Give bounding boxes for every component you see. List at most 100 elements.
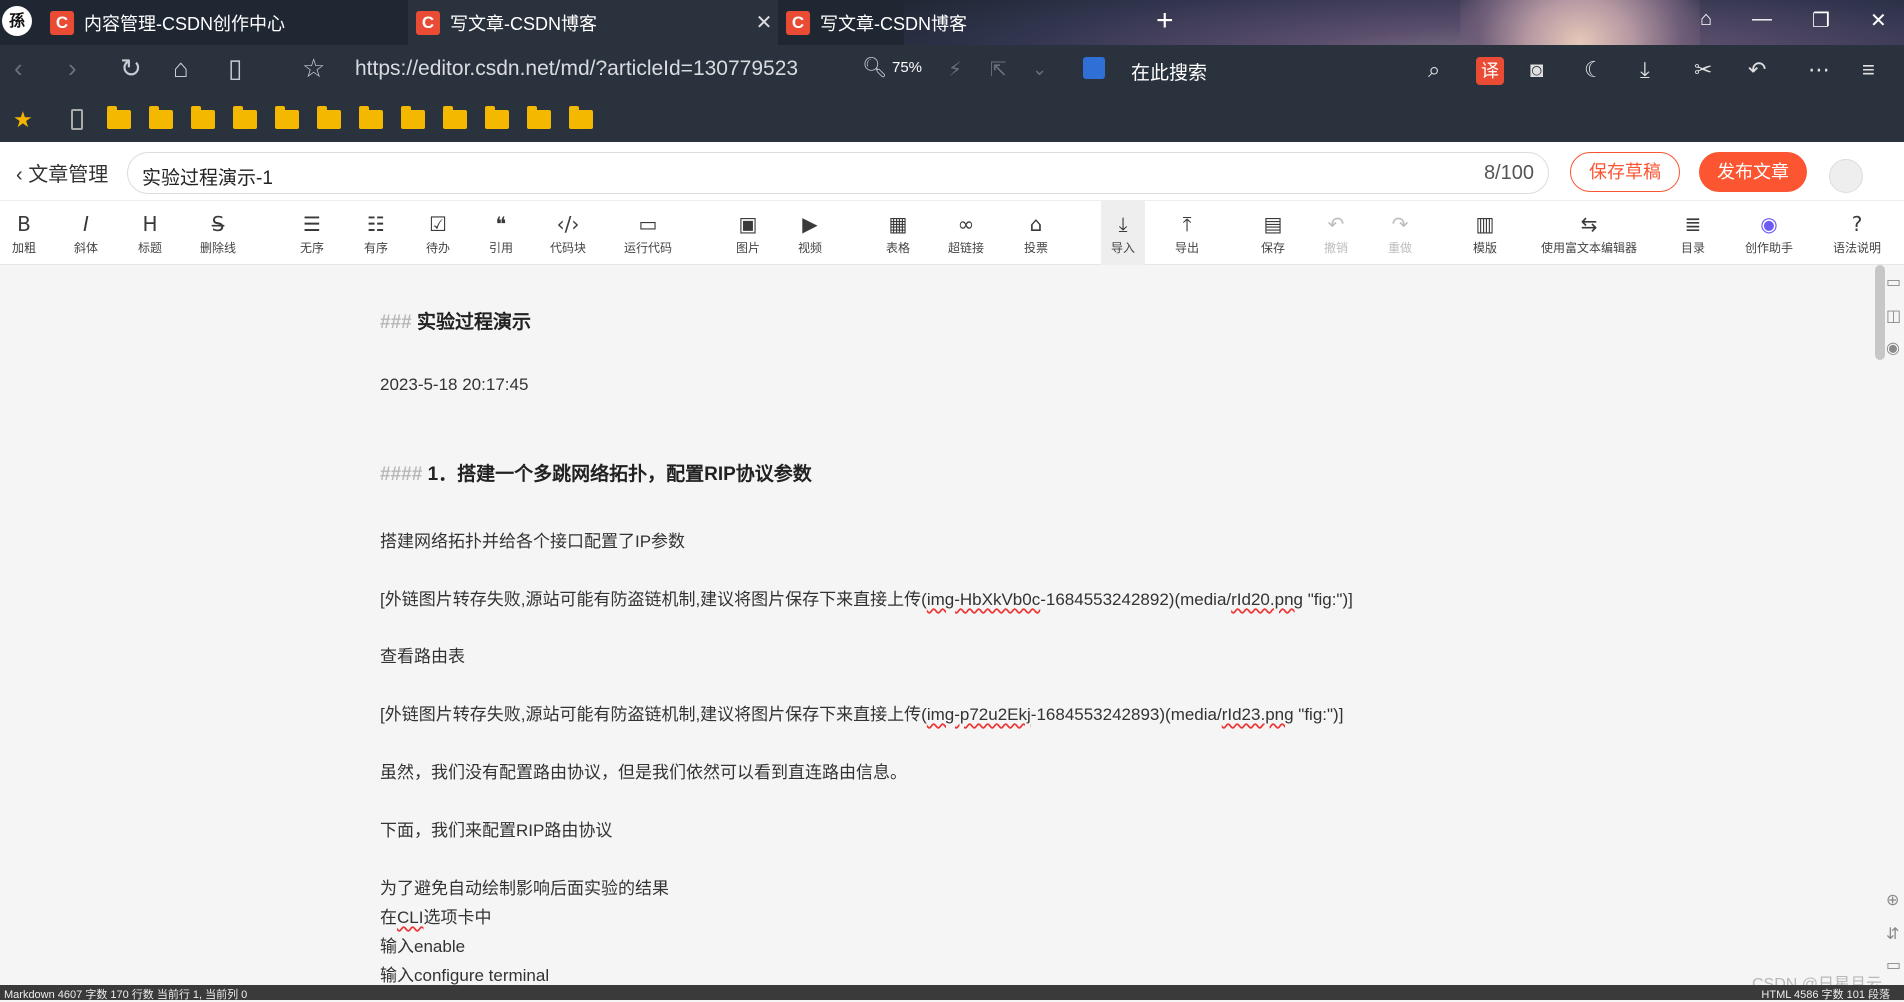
table-tool-button[interactable]: ▦ 表格 xyxy=(878,201,918,265)
tool-label: 有序 xyxy=(363,240,388,255)
share-icon[interactable]: ⇱ xyxy=(990,57,1007,82)
tool-label: 删除线 xyxy=(199,240,236,255)
extension-mask-icon[interactable]: ◙ xyxy=(1530,57,1543,83)
article-title-input[interactable]: 实验过程演示-1 8/100 xyxy=(127,152,1549,194)
favorites-star-icon[interactable]: ★ xyxy=(13,107,33,133)
ordered-list-tool-button[interactable]: ☷ 有序 xyxy=(356,201,396,265)
side-panel-icon[interactable]: ▭ xyxy=(1886,955,1901,975)
refresh-icon[interactable]: ↻ xyxy=(120,53,142,84)
avatar[interactable] xyxy=(1829,159,1863,193)
tab-write-article[interactable]: C 写文章-CSDN博客 xyxy=(778,0,1148,45)
heading-tool-button[interactable]: H 标题 xyxy=(130,201,170,265)
home-icon[interactable]: ⌂ xyxy=(173,53,189,84)
quote-tool-button[interactable]: ❝ 引用 xyxy=(481,201,521,265)
bookmark-folder-icon[interactable] xyxy=(527,106,551,129)
bookmark-folder-icon[interactable] xyxy=(359,106,383,129)
tool-label: 使用富文本编辑器 xyxy=(1540,240,1637,255)
minimize-icon[interactable]: — xyxy=(1752,8,1772,31)
scissors-icon[interactable]: ✂ xyxy=(1694,57,1712,83)
tool-label: 语法说明 xyxy=(1832,240,1881,255)
export-tool-button[interactable]: ⤒ 导出 xyxy=(1167,201,1207,265)
robot-icon: ◉ xyxy=(1760,211,1778,236)
tab-write-article-active[interactable]: C 写文章-CSDN博客 ✕ xyxy=(408,0,778,45)
baidu-search-engine-icon[interactable] xyxy=(1083,57,1105,79)
chevron-down-icon[interactable]: ⌄ xyxy=(1032,59,1047,80)
article-management-link[interactable]: ‹ 文章管理 xyxy=(16,158,108,187)
template-tool-button[interactable]: ▥ 模版 xyxy=(1465,201,1505,265)
save-draft-button[interactable]: 保存草稿 xyxy=(1570,152,1680,192)
sync-scroll-icon[interactable]: ⇵ xyxy=(1886,924,1899,944)
back-icon[interactable]: ‹ xyxy=(14,53,23,84)
preview-eye-icon[interactable]: ◉ xyxy=(1886,338,1900,358)
more-icon[interactable]: ⋯ xyxy=(1808,57,1830,83)
italic-tool-button[interactable]: I 斜体 xyxy=(66,201,106,265)
paragraph-line: 虽然，我们没有配置路由协议，但是我们依然可以看到直连路由信息。 xyxy=(380,763,907,782)
tool-label: 标题 xyxy=(137,240,162,255)
bookmark-folder-icon[interactable] xyxy=(107,106,131,129)
search-magnifier-icon[interactable]: ⌕ xyxy=(1428,57,1440,83)
tab-close-icon[interactable]: ✕ xyxy=(750,10,778,35)
table-icon: ▦ xyxy=(888,211,908,236)
shirt-skin-icon[interactable]: ⌂ xyxy=(1700,8,1712,31)
browser-logo[interactable]: 孫 xyxy=(2,6,32,36)
tool-label: 导入 xyxy=(1110,240,1135,255)
close-window-icon[interactable]: ✕ xyxy=(1870,8,1887,33)
undo-tool-button[interactable]: ↶ 撤销 xyxy=(1316,201,1356,265)
import-tool-button[interactable]: ⤓ 导入 xyxy=(1101,201,1145,265)
syntax-help-tool-button[interactable]: ? 语法说明 xyxy=(1829,201,1885,265)
zoom-icon[interactable]: 🔍︎ xyxy=(862,55,887,80)
bold-tool-button[interactable]: B 加粗 xyxy=(4,201,44,265)
bookmark-folder-icon[interactable] xyxy=(485,106,509,129)
vote-tool-button[interactable]: ⌂ 投票 xyxy=(1016,201,1056,265)
run-code-tool-button[interactable]: ▭ 运行代码 xyxy=(618,201,678,265)
split-view-icon[interactable]: ◫ xyxy=(1886,306,1901,326)
lightning-icon[interactable]: ⚡︎ xyxy=(948,57,962,82)
tab-content-management[interactable]: C 内容管理-CSDN创作中心 xyxy=(42,0,412,45)
todo-icon: ☑ xyxy=(429,211,447,236)
forward-icon[interactable]: › xyxy=(68,53,77,84)
bookmark-folder-icon[interactable] xyxy=(443,106,467,129)
bookmark-folder-icon[interactable] xyxy=(275,106,299,129)
todo-tool-button[interactable]: ☑ 待办 xyxy=(418,201,458,265)
bookmark-folder-icon[interactable] xyxy=(401,106,425,129)
unordered-list-tool-button[interactable]: ☰ 无序 xyxy=(292,201,332,265)
download-icon[interactable]: ⤓ xyxy=(1640,57,1650,83)
writing-assistant-tool-button[interactable]: ◉ 创作助手 xyxy=(1741,201,1797,265)
menu-icon[interactable]: ≡ xyxy=(1862,57,1875,83)
code-block-tool-button[interactable]: ‹/› 代码块 xyxy=(541,201,595,265)
undo-close-icon[interactable]: ↶ xyxy=(1748,57,1766,83)
bookmark-folder-icon[interactable] xyxy=(233,106,257,129)
layout-toggle-icon[interactable]: ▭ xyxy=(1886,272,1901,292)
reader-icon[interactable]: ▯ xyxy=(228,53,242,84)
url-field[interactable]: https://editor.csdn.net/md/?articleId=13… xyxy=(355,57,835,81)
markdown-editor-area[interactable]: ### 实验过程演示 2023-5-18 20:17:45 #### 1．搭建一… xyxy=(0,265,1904,985)
tool-label: 表格 xyxy=(885,240,910,255)
toc-tool-button[interactable]: ≣ 目录 xyxy=(1673,201,1713,265)
redo-tool-button[interactable]: ↷ 重做 xyxy=(1380,201,1420,265)
bookmark-star-icon[interactable]: ☆ xyxy=(302,53,325,84)
mobile-bookmarks-icon[interactable] xyxy=(71,109,83,130)
tab-title: 写文章-CSDN博客 xyxy=(820,13,967,34)
rich-text-editor-tool-button[interactable]: ⇆ 使用富文本编辑器 xyxy=(1532,201,1646,265)
hyperlink-tool-button[interactable]: ∞ 超链接 xyxy=(941,201,991,265)
zoom-level[interactable]: 75% xyxy=(892,59,922,76)
restore-icon[interactable]: ❐ xyxy=(1812,8,1830,33)
publish-article-button[interactable]: 发布文章 xyxy=(1699,152,1807,192)
strikethrough-tool-button[interactable]: S̶ 删除线 xyxy=(193,201,243,265)
translate-icon[interactable]: 译 xyxy=(1476,57,1504,85)
night-mode-icon[interactable]: ☾ xyxy=(1584,57,1604,83)
video-tool-button[interactable]: ▶ 视频 xyxy=(790,201,830,265)
search-input[interactable]: 在此搜索 xyxy=(1131,58,1207,85)
image-tool-button[interactable]: ▣ 图片 xyxy=(728,201,768,265)
bookmark-folder-icon[interactable] xyxy=(191,106,215,129)
markdown-mark: ### xyxy=(380,312,412,333)
bookmark-folder-icon[interactable] xyxy=(569,106,593,129)
editor-scrollbar[interactable] xyxy=(1875,265,1885,360)
save-tool-button[interactable]: ▤ 保存 xyxy=(1253,201,1293,265)
csdn-favicon-icon: C xyxy=(50,10,74,35)
locate-icon[interactable]: ⊕ xyxy=(1886,890,1899,910)
new-tab-button[interactable]: + xyxy=(1156,4,1174,38)
bookmark-folder-icon[interactable] xyxy=(149,106,173,129)
quote-icon: ❝ xyxy=(495,211,507,236)
bookmark-folder-icon[interactable] xyxy=(317,106,341,129)
